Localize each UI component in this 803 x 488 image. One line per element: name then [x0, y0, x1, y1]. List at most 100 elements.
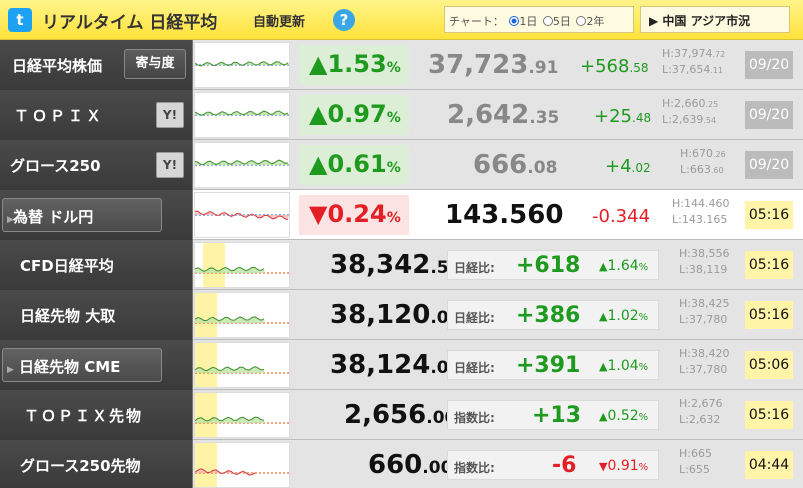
row-label-cell: ＴＯＰＩＸ Y! — [0, 90, 193, 140]
low-decimal: .54 — [703, 116, 717, 125]
basis-percent-value: 1.02 — [607, 308, 639, 324]
sparkline-svg — [195, 243, 289, 287]
high-prefix: H: — [679, 447, 691, 460]
low-value: L:37,780 — [679, 314, 727, 326]
percent-sign: % — [638, 462, 649, 473]
sparkline-svg — [195, 393, 289, 437]
row-label-cell: 日経平均株価 寄与度 — [0, 40, 193, 90]
basis-diff-box: 日経比: +618 ▲1.64% — [447, 250, 659, 280]
high-main: 144.460 — [683, 197, 730, 210]
price-decimal: .35 — [529, 108, 560, 128]
basis-label: 指数比: — [454, 411, 495, 425]
instrument-name: グロース250 — [10, 157, 101, 175]
low-main: 38,119 — [688, 263, 728, 276]
cme-futures-button[interactable]: ▶ 日経先物 CME — [2, 348, 162, 382]
up-triangle-icon: ▲ — [309, 100, 328, 128]
low-prefix: L: — [662, 63, 672, 76]
basis-change: -6 — [552, 453, 577, 478]
radio-2y-label[interactable]: 2年 — [586, 15, 604, 28]
usdjpy-button[interactable]: ▶ 為替 ドル円 — [2, 198, 162, 232]
row-usdjpy: ▶ 為替 ドル円 ▼0.24% 143.560 -0.344 H:144.460… — [0, 190, 803, 240]
date-badge: 09/20 — [745, 151, 793, 179]
low-main: 2,632 — [688, 413, 721, 426]
mini-chart[interactable] — [194, 392, 290, 438]
twitter-bird-icon[interactable]: t — [8, 8, 32, 32]
percent-sign: % — [386, 160, 401, 176]
yahoo-link-button[interactable]: Y! — [156, 102, 184, 128]
price-decimal: .08 — [527, 158, 558, 178]
low-value: L:663.60 — [680, 164, 724, 177]
basis-percent-value: 1.64 — [607, 258, 639, 274]
mini-chart[interactable] — [194, 292, 290, 338]
sparkline-svg — [195, 159, 289, 166]
high-prefix: H: — [679, 347, 691, 360]
high-main: 670 — [691, 147, 713, 160]
yahoo-link-button[interactable]: Y! — [156, 152, 184, 178]
chart-range-label: チャート： — [449, 15, 504, 28]
high-prefix: H: — [662, 47, 674, 60]
instrument-name: 日経先物 CME — [19, 358, 121, 376]
low-prefix: L: — [680, 163, 690, 176]
row-label-cell: グロース250先物 — [0, 440, 193, 488]
basis-percent: ▲1.64% — [599, 258, 648, 274]
row-nikkei225: 日経平均株価 寄与度 ▲1.53% 37,723.91 +568.58 H:37… — [0, 40, 803, 90]
radio-5d[interactable] — [542, 16, 553, 26]
radio-2y[interactable] — [576, 16, 587, 26]
mini-chart[interactable] — [194, 92, 290, 138]
row-topix-futures: ＴＯＰＩＸ先物 2,656.00 指数比: +13 ▲0.52% H:2,676… — [0, 390, 803, 440]
low-value: L:655 — [679, 464, 710, 476]
basis-percent: ▲0.52% — [599, 408, 648, 424]
change-main: +25 — [594, 106, 632, 127]
page-title: リアルタイム 日経平均 — [42, 13, 218, 33]
high-main: 38,420 — [690, 347, 730, 360]
low-main: 37,780 — [688, 363, 728, 376]
low-prefix: L: — [679, 313, 689, 326]
time-badge: 05:16 — [745, 301, 793, 329]
mini-chart[interactable] — [194, 442, 290, 488]
radio-5d-label[interactable]: 5日 — [553, 15, 571, 28]
percent-sign: % — [386, 210, 401, 226]
price-main: 38,120 — [330, 300, 431, 330]
high-prefix: H: — [679, 247, 691, 260]
basis-diff-box: 日経比: +391 ▲1.04% — [447, 350, 659, 380]
up-triangle-icon: ▲ — [309, 50, 328, 78]
row-cfd-nikkei: CFD日経平均 38,342.50 日経比: +618 ▲1.64% H:38,… — [0, 240, 803, 290]
contribution-button[interactable]: 寄与度 — [124, 49, 186, 79]
high-main: 38,425 — [690, 297, 730, 310]
down-triangle-icon: ▼ — [309, 200, 328, 228]
mini-chart[interactable] — [194, 42, 290, 88]
radio-1d-label[interactable]: 1日 — [519, 15, 537, 28]
price-main: 2,642 — [447, 100, 530, 130]
low-main: 37,654 — [671, 63, 711, 76]
header-bar: t リアルタイム 日経平均 自動更新 ? チャート： 1日 5日 2年 ▶ 中国… — [0, 0, 803, 40]
sparkline-svg — [195, 210, 289, 221]
chart-range-selector: チャート： 1日 5日 2年 — [444, 6, 634, 33]
price: 38,120.00 — [330, 300, 460, 330]
low-decimal: .11 — [710, 66, 724, 75]
mini-chart[interactable] — [194, 192, 290, 238]
change-decimal: .02 — [631, 161, 651, 175]
time-badge: 04:44 — [745, 451, 793, 479]
percent-sign: % — [638, 262, 649, 273]
mini-chart[interactable] — [194, 242, 290, 288]
change-value: +568.58 — [580, 56, 649, 77]
price-main: 37,723 — [428, 50, 529, 80]
time-badge: 05:16 — [745, 201, 793, 229]
mini-chart[interactable] — [194, 142, 290, 188]
high-value: H:38,556 — [679, 248, 729, 260]
price: 2,656.00 — [344, 400, 456, 430]
china-asia-market-button[interactable]: ▶ 中国 アジア市況 — [640, 6, 790, 33]
low-prefix: L: — [679, 413, 689, 426]
help-icon[interactable]: ? — [333, 9, 355, 31]
low-value: L:38,119 — [679, 264, 727, 276]
mini-chart[interactable] — [194, 342, 290, 388]
percent-value: 0.97 — [327, 100, 387, 128]
low-prefix: L: — [679, 363, 689, 376]
low-prefix: L: — [679, 263, 689, 276]
low-main: 2,639 — [671, 113, 704, 126]
instrument-name: ＴＯＰＩＸ — [14, 107, 105, 125]
radio-1d[interactable] — [509, 16, 520, 26]
instrument-name: CFD日経平均 — [20, 257, 114, 275]
percent-sign: % — [386, 60, 401, 76]
price-main: 38,342 — [330, 250, 431, 280]
